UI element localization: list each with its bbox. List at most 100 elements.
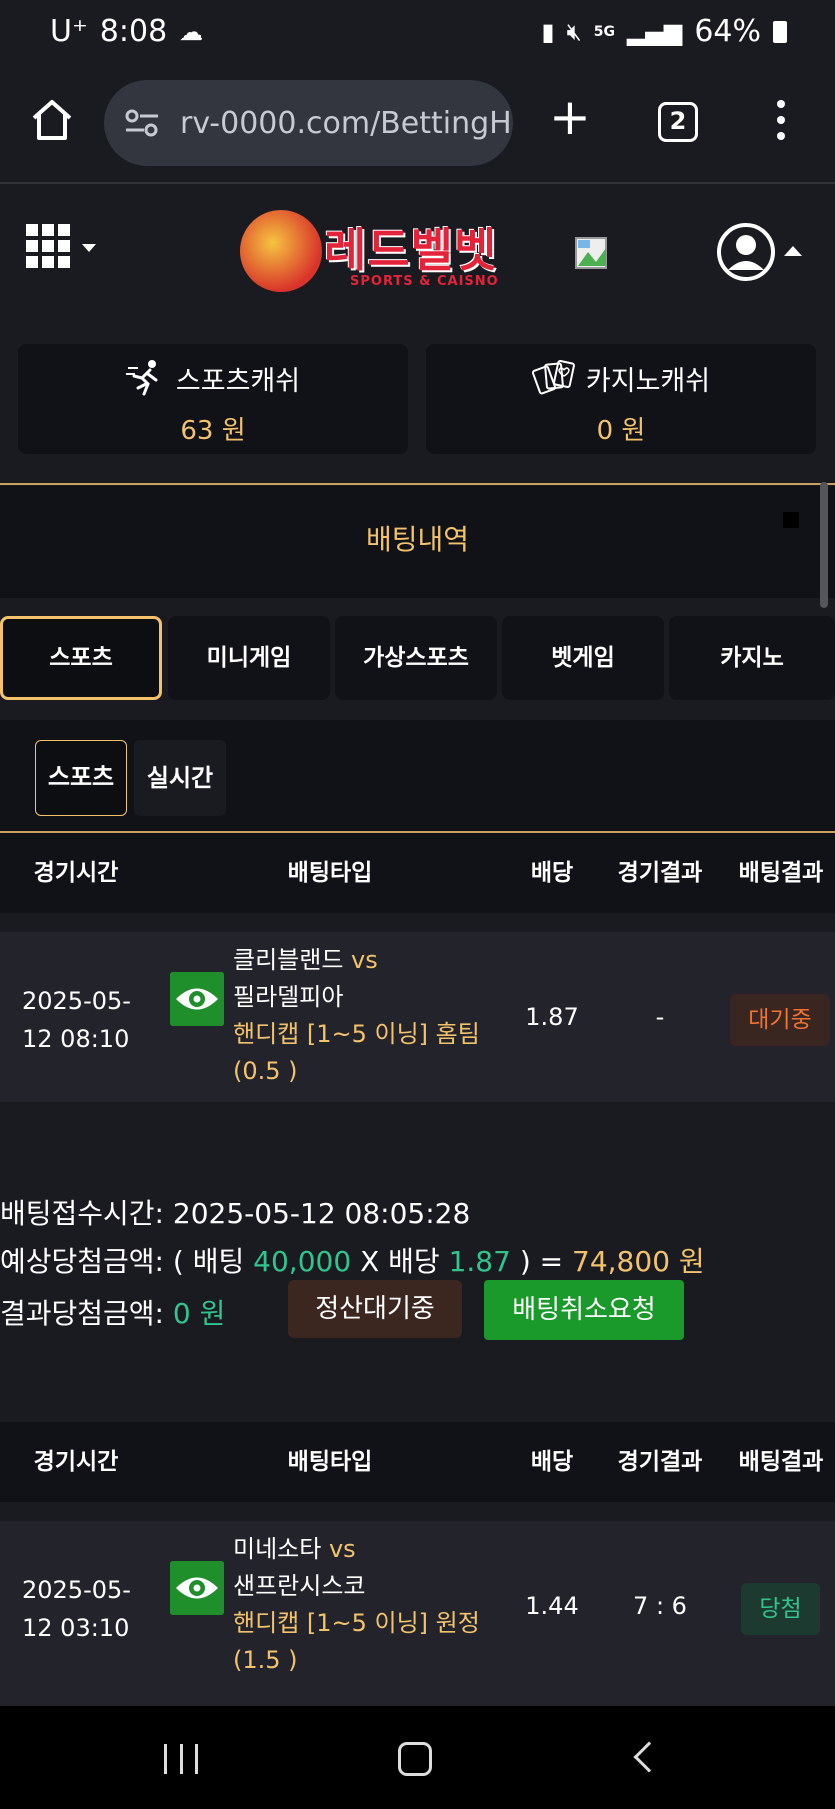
clock: 8:08 (99, 14, 168, 49)
casino-cash-box: 카지노캐쉬 0 원 (426, 344, 816, 454)
network-type: 5G (593, 23, 615, 40)
game-result: - (655, 1003, 665, 1031)
tab-sports[interactable]: 스포츠 (0, 616, 162, 700)
battery-saver-icon: ▮ (541, 17, 555, 46)
logo-emblem (240, 210, 322, 292)
mute-icon: 🔇︎ (566, 17, 582, 46)
home-team: 미네소타 (233, 1535, 322, 1563)
settlement-pending-button: 정산대기중 (288, 1280, 462, 1338)
col-game-result: 경기결과 (617, 860, 703, 886)
bet-line: (0.5 ) (233, 1057, 298, 1085)
match-info: 클리블랜드 vs 필라델피아 핸디캡 [1~5 이닝] 홈팀 (0.5 ) (233, 942, 503, 1090)
expected-win-label: 예상당첨금액: (0, 1245, 164, 1278)
col-game-result: 경기결과 (617, 1449, 703, 1475)
tab-minigame[interactable]: 미니게임 (168, 616, 330, 700)
vs-label: vs (328, 1535, 356, 1563)
accept-time-label: 배팅접수시간: (0, 1197, 164, 1230)
sports-cash-amount: 63 원 (180, 416, 246, 446)
signal-icon: ▂▄▆ (626, 17, 683, 46)
grid-menu-icon[interactable] (26, 224, 98, 272)
col-bet-type: 배팅타입 (287, 860, 373, 886)
tab-casino[interactable]: 카지노 (669, 616, 835, 700)
casino-cash-amount: 0 원 (596, 416, 646, 446)
away-team: 필라델피아 (233, 983, 344, 1011)
page-title-bar: 배팅내역 (0, 486, 835, 598)
table-header: 경기시간 배팅타입 배당 경기결과 배팅결과 (0, 833, 835, 913)
bet-line: (1.5 ) (233, 1646, 298, 1674)
col-game-time: 경기시간 (33, 1449, 119, 1475)
cards-icon (531, 359, 575, 395)
cancel-bet-button[interactable]: 배팅취소요청 (484, 1280, 684, 1340)
status-bar: U⁺ 8:08 ☁ ▮ 🔇︎ 5G ▂▄▆ 64% (0, 0, 835, 68)
carrier-label: U⁺ (50, 14, 88, 49)
user-account-icon[interactable] (716, 222, 776, 282)
col-bet-type: 배팅타입 (287, 1449, 373, 1475)
scrollbar[interactable] (820, 482, 828, 608)
divider (0, 483, 835, 485)
col-odds: 배당 (530, 860, 574, 886)
away-team: 샌프란시스코 (233, 1572, 366, 1600)
site-settings-icon[interactable] (124, 108, 160, 138)
site-header: 레드벨벳 SPORTS & CAISNO (0, 186, 835, 326)
status-badge: 대기중 (730, 994, 830, 1046)
browser-toolbar: rv-0000.com/BettingH + 2 (0, 68, 835, 184)
messenger-icon: ☁ (179, 17, 204, 46)
sub-tabs: 스포츠 실시간 (0, 720, 835, 832)
logo-brand-text: 레드벨벳 (324, 223, 498, 277)
back-icon[interactable] (633, 1741, 665, 1773)
eye-icon[interactable] (170, 972, 224, 1026)
calc-open: ( 배팅 (172, 1245, 245, 1278)
site-logo[interactable]: 레드벨벳 SPORTS & CAISNO (240, 206, 510, 296)
category-tabs: 스포츠 미니게임 가상스포츠 벳게임 카지노 (0, 616, 835, 700)
url-text[interactable]: rv-0000.com/BettingH (180, 106, 512, 141)
calc-odds: 1.87 (448, 1245, 511, 1278)
user-menu-caret-icon[interactable] (784, 246, 802, 256)
tab-virtual-sports[interactable]: 가상스포츠 (335, 616, 497, 700)
table-row[interactable]: 2025-05- 12 03:10 미네소타 vs 샌프란시스코 핸디캡 [1~… (0, 1521, 835, 1706)
subtab-live[interactable]: 실시간 (134, 740, 226, 816)
accept-time-value: 2025-05-12 08:05:28 (172, 1197, 471, 1230)
odds-value: 1.44 (525, 1592, 579, 1620)
odds-value: 1.87 (525, 1003, 579, 1031)
address-bar[interactable]: rv-0000.com/BettingH (104, 80, 513, 166)
recent-apps-icon[interactable] (164, 1744, 198, 1774)
bet-type: 핸디캡 [1~5 이닝] 홈팀 (233, 1020, 480, 1048)
game-time: 2025-05- 12 03:10 (22, 1576, 131, 1642)
casino-cash-label: 카지노캐쉬 (585, 365, 711, 397)
result-win-label: 결과당첨금액: (0, 1297, 164, 1330)
result-win-amount: 0 원 (172, 1297, 226, 1330)
eye-icon[interactable] (170, 1561, 224, 1615)
game-result: 7 : 6 (633, 1592, 687, 1620)
col-bet-result: 배팅결과 (738, 860, 824, 886)
calc-equals: ) = (519, 1245, 564, 1278)
logo-subtitle: SPORTS & CAISNO (350, 274, 499, 289)
bet-type: 핸디캡 [1~5 이닝] 원정 (233, 1609, 480, 1637)
status-badge: 당첨 (741, 1583, 820, 1635)
tab-betgame[interactable]: 벳게임 (502, 616, 664, 700)
running-icon (125, 360, 158, 396)
game-time: 2025-05- 12 08:10 (22, 987, 131, 1053)
match-info: 미네소타 vs 샌프란시스코 핸디캡 [1~5 이닝] 원정 (1.5 ) (233, 1531, 503, 1679)
table-header: 경기시간 배팅타입 배당 경기결과 배팅결과 (0, 1422, 835, 1502)
battery-percent: 64% (694, 14, 761, 49)
browser-menu-icon[interactable] (774, 100, 788, 144)
sports-cash-box: 스포츠캐쉬 63 원 (18, 344, 408, 454)
tab-switcher-button[interactable]: 2 (658, 102, 698, 142)
col-odds: 배당 (530, 1449, 574, 1475)
home-icon[interactable] (28, 96, 76, 144)
home-nav-icon[interactable] (398, 1742, 432, 1776)
page-title: 배팅내역 (365, 523, 470, 556)
system-nav-bar (0, 1706, 835, 1809)
stake-amount: 40,000 (253, 1245, 352, 1278)
expected-win-amount: 74,800 원 (572, 1245, 705, 1278)
battery-icon (773, 20, 787, 43)
sports-cash-label: 스포츠캐쉬 (175, 365, 301, 397)
table-row[interactable]: 2025-05- 12 08:10 클리블랜드 vs 필라델피아 핸디캡 [1~… (0, 932, 835, 1102)
broken-image-icon (575, 237, 607, 269)
vs-label: vs (351, 946, 378, 974)
square-icon (783, 512, 799, 528)
new-tab-button[interactable]: + (548, 92, 592, 142)
home-team: 클리블랜드 (233, 946, 344, 974)
subtab-sports[interactable]: 스포츠 (35, 740, 127, 816)
col-game-time: 경기시간 (33, 860, 119, 886)
